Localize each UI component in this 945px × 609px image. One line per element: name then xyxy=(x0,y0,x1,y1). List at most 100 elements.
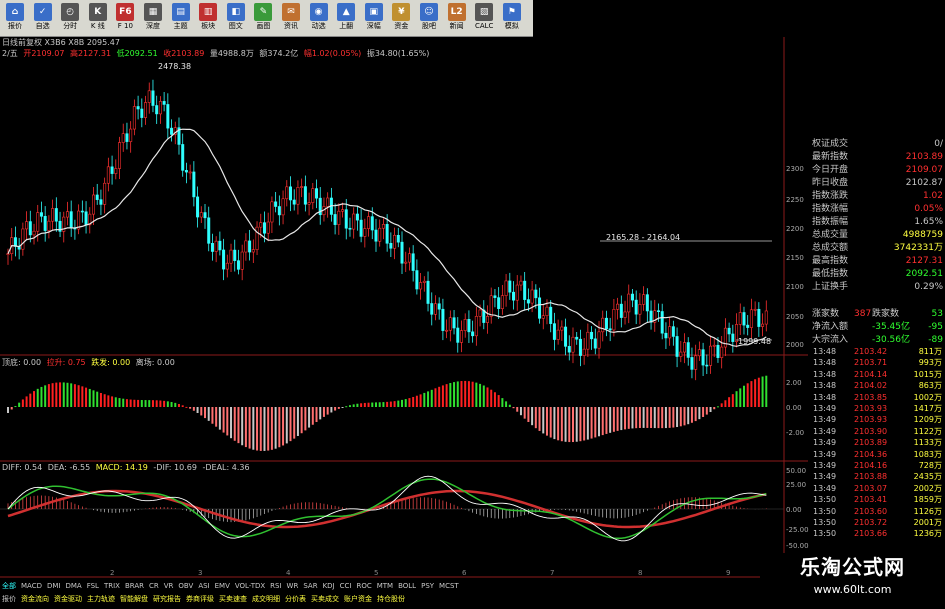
indicator-tab[interactable]: MTM xyxy=(377,582,393,590)
indicator-tab[interactable]: BOLL xyxy=(398,582,416,590)
toolbar-button-14[interactable]: ¥ 资金 xyxy=(390,0,412,36)
toolbar-button-18[interactable]: ⚑ 模拟 xyxy=(501,0,523,36)
toolbar-button-2[interactable]: ◴ 分时 xyxy=(59,0,81,36)
candle xyxy=(560,320,564,341)
toolbar-icon: ▤ xyxy=(171,3,190,21)
quote-value: 4988759 xyxy=(902,230,943,240)
toolbar-button-17[interactable]: ▧ CALC xyxy=(473,0,495,36)
candle xyxy=(255,221,259,255)
indicator-tab[interactable]: KDJ xyxy=(323,582,335,590)
toolbar-button-4[interactable]: F6 F 10 xyxy=(114,0,136,36)
candle xyxy=(333,203,337,235)
candle xyxy=(329,187,333,222)
toolbar-button-15[interactable]: ☺ 股吧 xyxy=(418,0,440,36)
function-tab[interactable]: 成交明细 xyxy=(252,595,280,603)
indicator-tab[interactable]: MCST xyxy=(439,582,459,590)
candle xyxy=(378,219,382,247)
toolbar-button-3[interactable]: KK 线 xyxy=(87,0,109,36)
watermark: 乐淘公式网 www.60lt.com xyxy=(760,553,945,609)
indicator-tab[interactable]: PSY xyxy=(421,582,434,590)
indicator-tab[interactable]: RSI xyxy=(270,582,281,590)
ind1-bar xyxy=(598,407,601,437)
indicator-tab[interactable]: MACD xyxy=(21,582,42,590)
ind1-bar xyxy=(159,400,162,407)
indicator-tab-bar: 全部 MACD DMI DMA FSL TRIX BRAR CR VR OBV ASI EMV VOL-… xyxy=(0,580,808,609)
indicator-tab[interactable]: TRIX xyxy=(104,582,120,590)
function-tab[interactable]: 分价表 xyxy=(285,595,306,603)
ind1-bar xyxy=(103,394,106,407)
function-tab[interactable]: 资金流向 xyxy=(21,595,49,603)
ind1-bar xyxy=(386,401,389,407)
indicator-tab[interactable]: BRAR xyxy=(125,582,144,590)
indicator-tab[interactable]: DMI xyxy=(47,582,61,590)
toolbar-button-0[interactable]: ⌂ 报价 xyxy=(4,0,26,36)
ind1-bar xyxy=(746,383,749,407)
function-tab[interactable]: 报价 xyxy=(2,595,16,603)
candle xyxy=(549,300,553,333)
indicator-tab[interactable]: ASI xyxy=(198,582,209,590)
quote-key: 指数振幅 xyxy=(812,217,849,227)
label-item: 拉升: 0.75 xyxy=(46,358,89,367)
toolbar-button-7[interactable]: ▥ 板块 xyxy=(197,0,219,36)
candle xyxy=(519,275,523,291)
indicator-tab[interactable]: 全部 xyxy=(2,582,16,590)
kline-chart[interactable]: 2478.38 2165.28 - 2164.04 1999.48 2 3 4 5 6 7… xyxy=(0,37,808,587)
candle xyxy=(575,331,579,345)
function-tab[interactable]: 买卖速查 xyxy=(219,595,247,603)
ind1-bar xyxy=(508,404,511,407)
candle xyxy=(88,207,92,234)
ind1-bar xyxy=(36,388,39,407)
function-tab[interactable]: 券商评级 xyxy=(186,595,214,603)
candle xyxy=(21,222,25,256)
indicator-tab[interactable]: WR xyxy=(287,582,299,590)
indicator-tab[interactable]: OBV xyxy=(178,582,193,590)
candle xyxy=(582,338,586,365)
ind1-bar xyxy=(166,401,169,407)
candle xyxy=(77,204,81,235)
function-tab[interactable]: 账户资金 xyxy=(344,595,372,603)
ind1-bar xyxy=(594,407,597,438)
ind1-bar xyxy=(575,407,578,442)
toolbar-button-6[interactable]: ▤ 主题 xyxy=(170,0,192,36)
toolbar-button-11[interactable]: ◉ 动选 xyxy=(308,0,330,36)
candle xyxy=(17,237,21,260)
indicator-tab[interactable]: SAR xyxy=(303,582,317,590)
candle xyxy=(203,203,207,229)
indicator-tab[interactable]: VR xyxy=(164,582,174,590)
candle xyxy=(452,310,456,335)
function-tab[interactable]: 智能解盘 xyxy=(120,595,148,603)
indicator-tab[interactable]: CR xyxy=(149,582,159,590)
function-tab[interactable]: 主力轨迹 xyxy=(87,595,115,603)
indicator-tab[interactable]: VOL-TDX xyxy=(235,582,265,590)
ind1-bar xyxy=(427,391,430,407)
toolbar-button-13[interactable]: ▣ 深幅 xyxy=(363,0,385,36)
toolbar-button-9[interactable]: ✎ 画图 xyxy=(252,0,274,36)
toolbar-button-16[interactable]: L2 新闻 xyxy=(446,0,468,36)
quote-value: 3742331万 xyxy=(893,243,943,253)
indicator-tab[interactable]: DMA xyxy=(65,582,81,590)
annot-mid: 2165.28 - 2164.04 xyxy=(606,233,680,242)
ind1-bar xyxy=(672,407,675,428)
function-tab[interactable]: 资金驱动 xyxy=(54,595,82,603)
indicator-tab[interactable]: EMV xyxy=(215,582,230,590)
function-tab[interactable]: 持仓股份 xyxy=(377,595,405,603)
indicator-tab[interactable]: CCI xyxy=(340,582,352,590)
chart-area[interactable]: 日线前复权 X3B6 X8B 2095.47 2/五 开2109.07 高212… xyxy=(0,37,809,587)
candle xyxy=(341,202,345,218)
function-tab[interactable]: 研究报告 xyxy=(153,595,181,603)
indicator-tab[interactable]: FSL xyxy=(87,582,99,590)
toolbar-button-10[interactable]: ✉ 资讯 xyxy=(280,0,302,36)
toolbar-button-12[interactable]: ▲ 上翻 xyxy=(335,0,357,36)
indicator-tab[interactable]: ROC xyxy=(356,582,371,590)
ind1-bar xyxy=(501,398,504,407)
quote-row: 权证成交 0/ xyxy=(810,138,945,151)
toolbar-button-8[interactable]: ◧ 图文 xyxy=(225,0,247,36)
candle xyxy=(761,313,765,337)
ind1-bar xyxy=(642,407,645,428)
toolbar-button-5[interactable]: ▦ 深度 xyxy=(142,0,164,36)
quote-key: 上证换手 xyxy=(812,282,849,292)
toolbar-button-1[interactable]: ✓ 自选 xyxy=(32,0,54,36)
candle xyxy=(69,200,73,237)
candle xyxy=(155,95,159,124)
function-tab[interactable]: 买卖成交 xyxy=(311,595,339,603)
